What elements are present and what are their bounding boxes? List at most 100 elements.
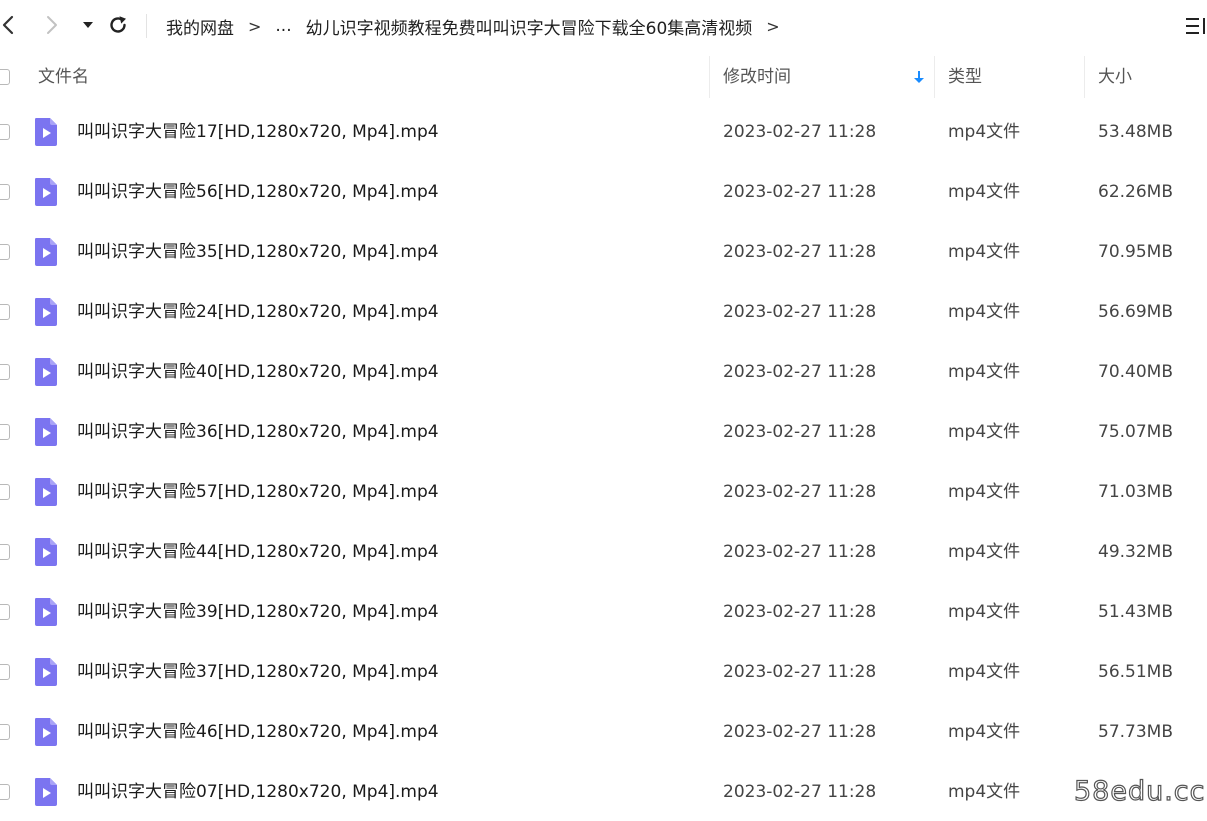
file-row[interactable]: 叫叫识字大冒险57[HD,1280x720, Mp4].mp4 2023-02-…	[0, 462, 1207, 522]
file-type: mp4文件	[948, 482, 1021, 502]
file-list-header: 文件名 修改时间 类型 大小	[0, 52, 1207, 102]
file-modified: 2023-02-27 11:28	[723, 242, 877, 262]
file-name[interactable]: 叫叫识字大冒险57[HD,1280x720, Mp4].mp4	[77, 480, 439, 504]
file-size: 71.03MB	[1098, 482, 1173, 502]
file-row[interactable]: 叫叫识字大冒险39[HD,1280x720, Mp4].mp4 2023-02-…	[0, 582, 1207, 642]
breadcrumb-trailing-separator[interactable]: >	[766, 17, 779, 36]
file-name[interactable]: 叫叫识字大冒险37[HD,1280x720, Mp4].mp4	[77, 660, 439, 684]
file-row[interactable]: 叫叫识字大冒险24[HD,1280x720, Mp4].mp4 2023-02-…	[0, 282, 1207, 342]
file-type: mp4文件	[948, 602, 1021, 622]
file-row[interactable]: 叫叫识字大冒险40[HD,1280x720, Mp4].mp4 2023-02-…	[0, 342, 1207, 402]
row-checkbox[interactable]	[0, 244, 10, 260]
column-header-type[interactable]: 类型	[948, 66, 982, 88]
file-type: mp4文件	[948, 542, 1021, 562]
video-file-icon	[35, 778, 57, 806]
file-browser-window: 我的网盘 > ... 幼儿识字视频教程免费叫叫识字大冒险下载全60集高清视频 >…	[0, 0, 1207, 821]
column-divider[interactable]	[709, 56, 710, 98]
row-checkbox[interactable]	[0, 304, 10, 320]
video-file-icon	[35, 598, 57, 626]
file-modified: 2023-02-27 11:28	[723, 542, 877, 562]
file-row[interactable]: 叫叫识字大冒险37[HD,1280x720, Mp4].mp4 2023-02-…	[0, 642, 1207, 702]
file-name[interactable]: 叫叫识字大冒险39[HD,1280x720, Mp4].mp4	[77, 600, 439, 624]
toolbar: 我的网盘 > ... 幼儿识字视频教程免费叫叫识字大冒险下载全60集高清视频 >	[0, 0, 1207, 52]
video-file-icon	[35, 718, 57, 746]
file-name[interactable]: 叫叫识字大冒险24[HD,1280x720, Mp4].mp4	[77, 300, 439, 324]
file-modified: 2023-02-27 11:28	[723, 422, 877, 442]
file-type: mp4文件	[948, 362, 1021, 382]
file-name[interactable]: 叫叫识字大冒险46[HD,1280x720, Mp4].mp4	[77, 720, 439, 744]
video-file-icon	[35, 178, 57, 206]
breadcrumb-root[interactable]: 我的网盘	[166, 14, 234, 39]
video-file-icon	[35, 238, 57, 266]
breadcrumb-ellipsis[interactable]: ...	[275, 16, 291, 36]
file-modified: 2023-02-27 11:28	[723, 122, 877, 142]
list-view-icon[interactable]	[1184, 14, 1207, 38]
row-checkbox[interactable]	[0, 424, 10, 440]
row-checkbox[interactable]	[0, 184, 10, 200]
file-name[interactable]: 叫叫识字大冒险44[HD,1280x720, Mp4].mp4	[77, 540, 439, 564]
file-type: mp4文件	[948, 302, 1021, 322]
column-header-size[interactable]: 大小	[1098, 66, 1132, 88]
video-file-icon	[35, 538, 57, 566]
file-type: mp4文件	[948, 722, 1021, 742]
file-type: mp4文件	[948, 182, 1021, 202]
file-modified: 2023-02-27 11:28	[723, 362, 877, 382]
file-type: mp4文件	[948, 242, 1021, 262]
file-type: mp4文件	[948, 782, 1021, 802]
select-all-checkbox[interactable]	[0, 69, 10, 85]
file-row[interactable]: 叫叫识字大冒险56[HD,1280x720, Mp4].mp4 2023-02-…	[0, 162, 1207, 222]
file-modified: 2023-02-27 11:28	[723, 302, 877, 322]
row-checkbox[interactable]	[0, 544, 10, 560]
file-name[interactable]: 叫叫识字大冒险17[HD,1280x720, Mp4].mp4	[77, 120, 439, 144]
row-checkbox[interactable]	[0, 724, 10, 740]
file-type: mp4文件	[948, 662, 1021, 682]
file-modified: 2023-02-27 11:28	[723, 662, 877, 682]
file-modified: 2023-02-27 11:28	[723, 722, 877, 742]
column-header-modified[interactable]: 修改时间	[723, 66, 791, 88]
file-name[interactable]: 叫叫识字大冒险40[HD,1280x720, Mp4].mp4	[77, 360, 439, 384]
file-type: mp4文件	[948, 122, 1021, 142]
file-row[interactable]: 叫叫识字大冒险36[HD,1280x720, Mp4].mp4 2023-02-…	[0, 402, 1207, 462]
caret-down-icon[interactable]	[76, 10, 100, 40]
breadcrumb: 我的网盘 > ... 幼儿识字视频教程免费叫叫识字大冒险下载全60集高清视频 >	[166, 13, 794, 39]
video-file-icon	[35, 658, 57, 686]
file-row[interactable]: 叫叫识字大冒险35[HD,1280x720, Mp4].mp4 2023-02-…	[0, 222, 1207, 282]
file-row[interactable]: 叫叫识字大冒险44[HD,1280x720, Mp4].mp4 2023-02-…	[0, 522, 1207, 582]
file-name[interactable]: 叫叫识字大冒险35[HD,1280x720, Mp4].mp4	[77, 240, 439, 264]
file-size: 51.43MB	[1098, 602, 1173, 622]
chevron-left-icon[interactable]	[0, 10, 20, 40]
toolbar-divider	[146, 14, 147, 38]
column-divider[interactable]	[934, 56, 935, 98]
video-file-icon	[35, 418, 57, 446]
file-size: 56.69MB	[1098, 302, 1173, 322]
breadcrumb-separator: >	[248, 16, 262, 36]
file-modified: 2023-02-27 11:28	[723, 182, 877, 202]
row-checkbox[interactable]	[0, 784, 10, 800]
file-name[interactable]: 叫叫识字大冒险07[HD,1280x720, Mp4].mp4	[77, 780, 439, 804]
file-size: 57.73MB	[1098, 722, 1173, 742]
column-header-name[interactable]: 文件名	[38, 66, 89, 88]
chevron-right-icon[interactable]	[40, 10, 64, 40]
file-size: 53.48MB	[1098, 122, 1173, 142]
row-checkbox[interactable]	[0, 364, 10, 380]
row-checkbox[interactable]	[0, 484, 10, 500]
row-checkbox[interactable]	[0, 664, 10, 680]
file-row[interactable]: 叫叫识字大冒险17[HD,1280x720, Mp4].mp4 2023-02-…	[0, 102, 1207, 162]
file-name[interactable]: 叫叫识字大冒险36[HD,1280x720, Mp4].mp4	[77, 420, 439, 444]
file-row[interactable]: 叫叫识字大冒险07[HD,1280x720, Mp4].mp4 2023-02-…	[0, 762, 1207, 821]
file-name[interactable]: 叫叫识字大冒险56[HD,1280x720, Mp4].mp4	[77, 180, 439, 204]
file-size: 62.26MB	[1098, 182, 1173, 202]
row-checkbox[interactable]	[0, 124, 10, 140]
video-file-icon	[35, 298, 57, 326]
breadcrumb-current[interactable]: 幼儿识字视频教程免费叫叫识字大冒险下载全60集高清视频	[306, 14, 753, 39]
file-type: mp4文件	[948, 422, 1021, 442]
video-file-icon	[35, 118, 57, 146]
refresh-icon[interactable]	[106, 10, 130, 40]
sort-descending-arrow-icon[interactable]	[912, 69, 926, 85]
file-size: 70.95MB	[1098, 242, 1173, 262]
video-file-icon	[35, 478, 57, 506]
file-modified: 2023-02-27 11:28	[723, 482, 877, 502]
column-divider[interactable]	[1084, 56, 1085, 98]
file-row[interactable]: 叫叫识字大冒险46[HD,1280x720, Mp4].mp4 2023-02-…	[0, 702, 1207, 762]
row-checkbox[interactable]	[0, 604, 10, 620]
